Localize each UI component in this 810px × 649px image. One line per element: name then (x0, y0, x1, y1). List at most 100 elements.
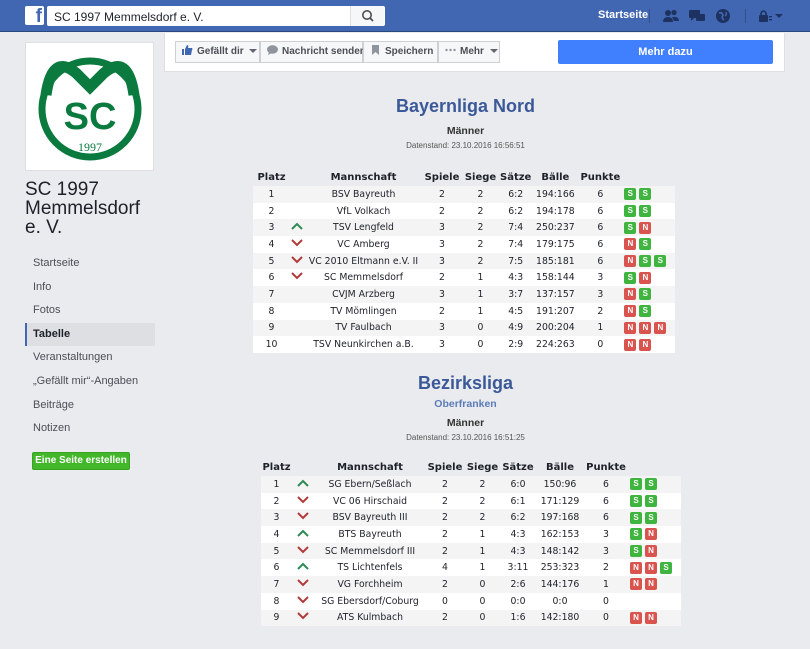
nav-item-fotos[interactable]: Fotos (25, 299, 155, 323)
team-name-cell[interactable]: CVJM Arzberg (304, 286, 423, 303)
table-row[interactable]: 7 CVJM Arzberg 3 1 3:7 137:157 3 N S (253, 286, 676, 303)
table-row[interactable]: 7 VG Forchheim 2 0 2:6 144:176 1 N N (261, 576, 681, 593)
table-row[interactable]: 5 SC Memmelsdorf III 2 1 4:3 148:142 3 S N (261, 542, 681, 560)
win-badge: S (639, 288, 652, 301)
profile-picture[interactable]: SC 1997 (25, 42, 154, 171)
balls-cell: 194:178 (531, 202, 580, 220)
table-row[interactable]: 9 TV Faulbach 3 0 4:9 200:204 1 N N N (253, 319, 676, 337)
team-name-cell[interactable]: VC 06 Hirschaid (314, 492, 426, 510)
trend-cell (292, 609, 314, 627)
table-row[interactable]: 3 TSV Lengfeld 3 2 7:4 250:237 6 S N (253, 219, 676, 237)
team-name-cell[interactable]: TSV Lengfeld (304, 219, 423, 237)
team-name-cell[interactable]: TV Mömlingen (304, 302, 423, 320)
team-name-cell[interactable]: BSV Bayreuth III (314, 509, 426, 527)
team-name-cell[interactable]: SC Memmelsdorf III (314, 542, 426, 560)
nav-item-likes[interactable]: „Gefällt mir“-Angaben (25, 370, 155, 394)
sets-cell: 6:2 (501, 509, 535, 527)
team-name-cell[interactable]: BTS Bayreuth (314, 526, 426, 543)
team-name-cell[interactable]: ATS Kulmbach (314, 609, 426, 627)
like-button[interactable]: Gefällt dir (175, 41, 260, 63)
search-box[interactable] (47, 6, 385, 26)
rank-cell: 9 (253, 319, 290, 337)
league-category: Männer (446, 125, 485, 137)
nav-item-tabelle[interactable]: Tabelle (25, 322, 155, 347)
nav-item-info[interactable]: Info (25, 276, 155, 300)
team-name-cell[interactable]: SG Ebern/Seßlach (314, 476, 426, 493)
league-title: Bayernliga Nord (395, 96, 536, 116)
globe-icon[interactable] (714, 8, 732, 24)
trend-down-icon (291, 255, 303, 264)
table-row[interactable]: 5 VC 2010 Eltmann e.V. II 3 2 7:5 185:181 6 N S S (253, 252, 676, 270)
table-row[interactable]: 9 ATS Kulmbach 2 0 1:6 142:180 0 N N (261, 609, 681, 627)
table-row[interactable]: 4 VC Amberg 3 2 7:4 179:175 6 N S (253, 236, 676, 253)
dropdown-icon[interactable] (774, 8, 784, 24)
trend-down-icon (297, 595, 309, 604)
team-name-cell[interactable]: VC Amberg (304, 236, 423, 253)
table-row[interactable]: 3 BSV Bayreuth III 2 2 6:2 197:168 6 S S (261, 509, 681, 527)
balls-cell: 179:175 (531, 236, 580, 253)
points-cell: 2 (585, 559, 627, 577)
search-button[interactable] (350, 6, 384, 26)
nav-item-beitraege[interactable]: Beiträge (25, 394, 155, 418)
learn-more-button[interactable]: Mehr dazu (558, 40, 773, 64)
recent-results-cell: NSS (621, 252, 676, 270)
table-row[interactable]: 2 VC 06 Hirschaid 2 2 6:1 171:129 6 S S (261, 492, 681, 510)
save-button[interactable]: Speichern (363, 41, 438, 63)
col-header: Bälle (545, 461, 574, 473)
friends-icon[interactable] (662, 8, 680, 24)
col-header: Siege (464, 171, 497, 183)
home-link[interactable]: Startseite (598, 9, 648, 21)
table-row[interactable]: 2 VfL Volkach 2 2 6:2 194:178 6 S S (253, 202, 676, 220)
messages-icon[interactable] (688, 8, 706, 24)
more-button[interactable]: Mehr (438, 41, 500, 63)
trend-down-icon (297, 495, 309, 503)
send-message-label: Nachricht senden (282, 46, 366, 57)
team-name-cell[interactable]: SC Memmelsdorf (304, 269, 423, 287)
games-cell: 3 (423, 336, 461, 353)
team-name-cell[interactable]: TSV Neunkirchen a.B. (304, 336, 423, 353)
team-name-cell[interactable]: VG Forchheim (314, 576, 426, 593)
col-header: Mannschaft (337, 461, 403, 473)
table-row[interactable]: 8 TV Mömlingen 2 1 4:5 191:207 2 N S (253, 302, 676, 320)
table-row[interactable]: 1 BSV Bayreuth 2 2 6:2 194:166 6 S S (253, 186, 676, 203)
facebook-logo-icon[interactable]: f (25, 6, 44, 25)
nav-item-veranstaltungen[interactable]: Veranstaltungen (25, 346, 155, 370)
points-cell: 1 (579, 319, 622, 337)
col-header: Bälle (541, 171, 570, 183)
team-name-cell[interactable]: TS Lichtenfels (314, 559, 426, 577)
send-message-button[interactable]: Nachricht senden (260, 41, 366, 63)
team-name-cell[interactable]: VC 2010 Eltmann e.V. II (304, 252, 423, 270)
trend-cell (292, 476, 314, 493)
team-name-cell[interactable]: VfL Volkach (304, 202, 423, 220)
wins-cell: 1 (461, 269, 500, 287)
table-row[interactable]: 6 TS Lichtenfels 4 1 3:11 253:323 2 N N S (261, 559, 681, 577)
wins-cell: 2 (461, 219, 500, 237)
team-name-cell[interactable]: TV Faulbach (304, 319, 423, 337)
league-title: Bezirksliga (417, 373, 514, 393)
games-cell: 2 (426, 492, 464, 510)
table-row[interactable]: 4 BTS Bayreuth 2 1 4:3 162:153 3 S N (261, 526, 681, 543)
nav-item-notizen[interactable]: Notizen (25, 417, 155, 441)
points-cell: 0 (579, 336, 622, 353)
privacy-icon[interactable] (756, 8, 774, 24)
col-header: Platz (262, 461, 291, 473)
table-row[interactable]: 6 SC Memmelsdorf 2 1 4:3 158:144 3 S N (253, 269, 676, 287)
search-input[interactable] (54, 9, 354, 24)
create-page-button[interactable]: Eine Seite erstellen (32, 452, 130, 470)
games-cell: 2 (426, 476, 464, 493)
wins-cell: 2 (464, 476, 501, 493)
team-name-cell[interactable]: SG Ebersdorf/Coburg (314, 592, 426, 610)
table-row[interactable]: 10 TSV Neunkirchen a.B. 3 0 2:9 224:263 0 N N (253, 336, 676, 353)
win-badge: S (660, 561, 672, 574)
club-logo: SC 1997 (38, 57, 142, 161)
team-name-cell[interactable]: BSV Bayreuth (304, 186, 423, 203)
recent-results-cell: NS (621, 236, 676, 253)
page-title: SC 1997 Memmelsdorf e. V. (25, 179, 141, 238)
balls-cell: 142:180 (535, 609, 585, 627)
table-row[interactable]: 1 SG Ebern/Seßlach 2 2 6:0 150:96 6 S S (261, 476, 681, 493)
rank-cell: 3 (253, 219, 290, 237)
col-header: Platz (257, 171, 286, 183)
table-row[interactable]: 8 SG Ebersdorf/Coburg 0 0 0:0 0:0 0 (261, 592, 681, 610)
nav-item-startseite[interactable]: Startseite (25, 252, 155, 276)
recent-results-cell: NN (627, 609, 681, 627)
